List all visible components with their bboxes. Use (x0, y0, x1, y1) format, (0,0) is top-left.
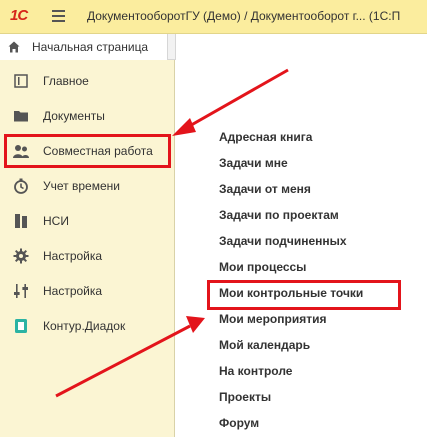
arrow-head-1 (172, 118, 196, 136)
arrow-line-2 (55, 324, 191, 398)
arrow-line-1 (185, 68, 289, 130)
arrow-head-2 (186, 316, 205, 333)
annotation-arrows (55, 68, 289, 398)
